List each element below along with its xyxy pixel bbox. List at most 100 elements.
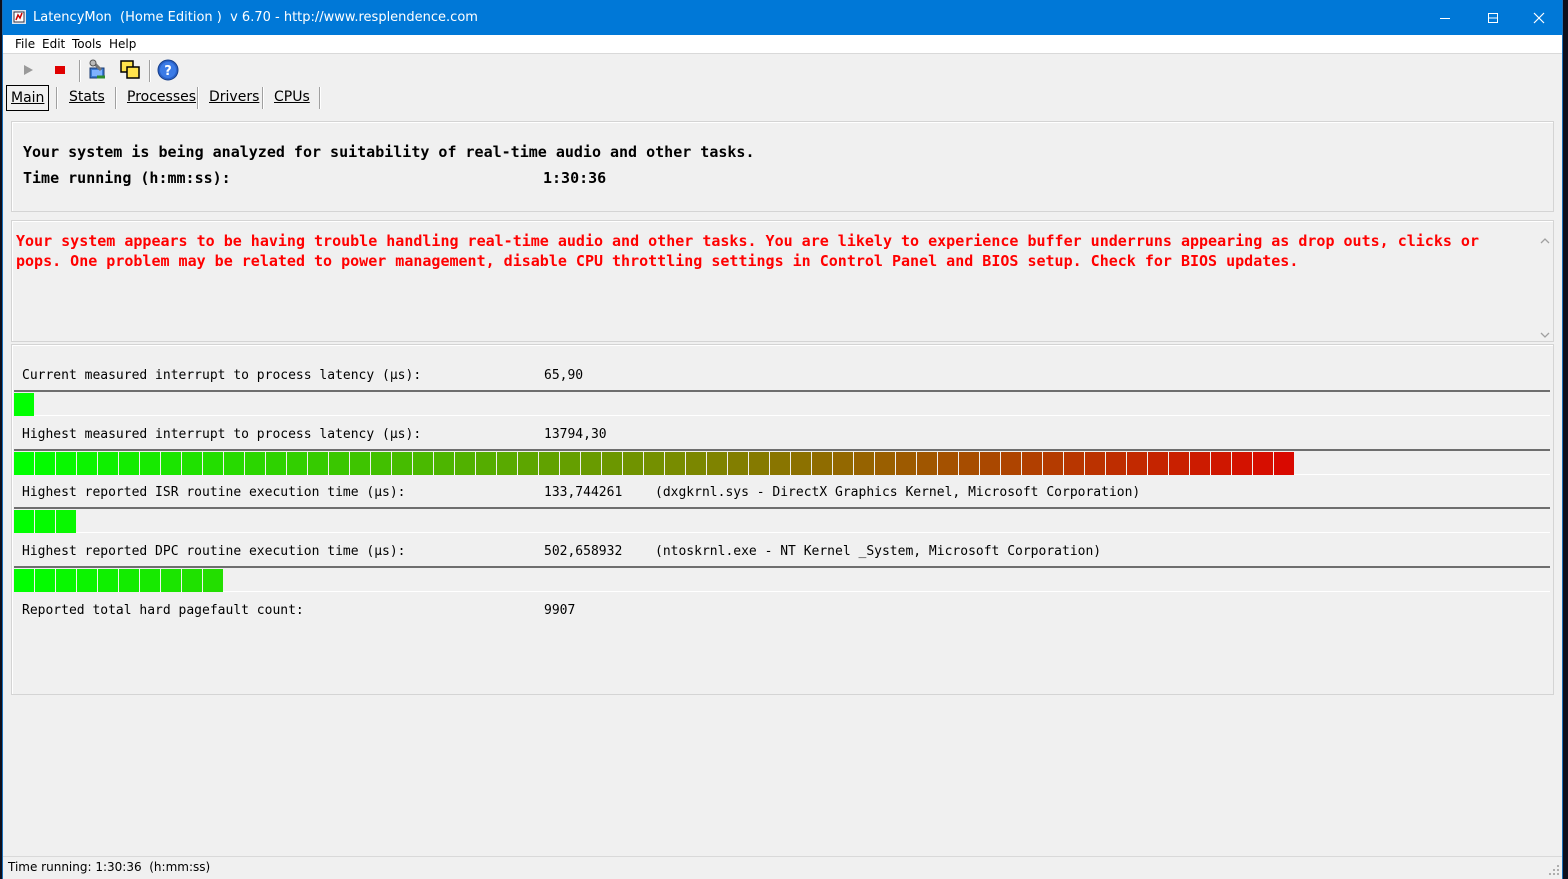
bar-segment	[1106, 452, 1126, 475]
bar-segment	[665, 452, 685, 475]
bar-segment	[749, 452, 769, 475]
minimize-button[interactable]	[1422, 0, 1468, 35]
tab-main[interactable]: Main	[6, 85, 50, 111]
isr-time-bar-fill	[14, 510, 76, 533]
bar-segment	[1064, 452, 1084, 475]
tab-separator	[197, 87, 199, 109]
maximize-button[interactable]	[1470, 0, 1516, 35]
dpc-time-bar-fill	[14, 569, 223, 592]
resize-grip-icon[interactable]	[1548, 864, 1560, 876]
scroll-down-icon[interactable]	[1539, 329, 1551, 341]
bar-segment	[35, 452, 55, 475]
title-bar[interactable]: LatencyMon (Home Edition ) v 6.70 - http…	[3, 0, 1562, 35]
bar-segment	[35, 569, 55, 592]
bar-segment	[161, 452, 181, 475]
time-running-value: 1:30:36	[543, 169, 607, 187]
bar-segment	[1232, 452, 1252, 475]
menu-tools[interactable]: Tools	[72, 37, 102, 51]
tab-cpus[interactable]: CPUs	[274, 85, 310, 109]
bar-segment	[182, 452, 202, 475]
metrics-panel: Current measured interrupt to process la…	[11, 344, 1554, 695]
dpc-time-bar	[14, 566, 1550, 592]
scroll-up-icon[interactable]	[1539, 235, 1551, 247]
toolbar-separator	[149, 60, 151, 82]
help-button[interactable]: ?	[156, 58, 180, 82]
bar-segment	[413, 452, 433, 475]
tab-bar: Main Stats Processes Drivers CPUs	[3, 85, 1562, 111]
bar-segment	[14, 569, 34, 592]
pagefault-count-value: 9907	[544, 603, 576, 618]
bar-segment	[434, 452, 454, 475]
current-latency-value: 65,90	[544, 368, 584, 383]
dpc-driver-info: (ntoskrnl.exe - NT Kernel _System, Micro…	[655, 544, 1102, 559]
bar-segment	[686, 452, 706, 475]
bar-segment	[728, 452, 748, 475]
bar-segment	[1043, 452, 1063, 475]
bar-segment	[623, 452, 643, 475]
bar-segment	[266, 452, 286, 475]
tab-separator	[56, 87, 58, 109]
svg-text:?: ?	[164, 64, 172, 79]
tab-processes[interactable]: Processes	[127, 85, 196, 109]
bar-segment	[161, 569, 181, 592]
windows-button[interactable]	[118, 58, 142, 82]
bar-segment	[938, 452, 958, 475]
bar-segment	[1148, 452, 1168, 475]
bar-segment	[539, 452, 559, 475]
bar-segment	[812, 452, 832, 475]
bar-segment	[1085, 452, 1105, 475]
highest-latency-bar-fill	[14, 452, 1294, 475]
bar-segment	[770, 452, 790, 475]
bar-segment	[476, 452, 496, 475]
help-icon: ?	[157, 59, 179, 81]
dpc-time-label: Highest reported DPC routine execution t…	[22, 544, 406, 559]
tab-drivers[interactable]: Drivers	[209, 85, 259, 109]
bar-segment	[980, 452, 1000, 475]
bar-segment	[56, 510, 76, 533]
bar-segment	[1127, 452, 1147, 475]
bar-segment	[14, 393, 34, 416]
bar-segment	[329, 452, 349, 475]
bar-segment	[98, 569, 118, 592]
stop-button[interactable]	[48, 58, 72, 82]
summary-panel: Your system is being analyzed for suitab…	[11, 121, 1554, 212]
tab-stats[interactable]: Stats	[69, 85, 105, 109]
bar-segment	[140, 452, 160, 475]
window-title: LatencyMon (Home Edition ) v 6.70 - http…	[33, 10, 478, 25]
warning-message: Your system appears to be having trouble…	[16, 232, 1479, 270]
bar-segment	[959, 452, 979, 475]
bar-segment	[644, 452, 664, 475]
bar-segment	[791, 452, 811, 475]
menu-file[interactable]: File	[15, 37, 35, 51]
bar-segment	[1022, 452, 1042, 475]
dpc-time-value: 502,658932	[544, 544, 623, 559]
warning-scrollbar[interactable]	[1539, 225, 1551, 338]
tools-button[interactable]	[86, 58, 110, 82]
bar-segment	[854, 452, 874, 475]
highest-latency-bar	[14, 449, 1550, 475]
minimize-icon	[1440, 17, 1450, 19]
highest-latency-value: 13794,30	[544, 427, 607, 442]
highest-latency-label: Highest measured interrupt to process la…	[22, 427, 422, 442]
bar-segment	[56, 452, 76, 475]
pagefault-count-label: Reported total hard pagefault count:	[22, 603, 304, 618]
bar-segment	[371, 452, 391, 475]
menu-edit[interactable]: Edit	[42, 37, 65, 51]
warning-panel[interactable]: Your system appears to be having trouble…	[11, 220, 1554, 342]
bar-segment	[203, 569, 223, 592]
menu-help[interactable]: Help	[109, 37, 136, 51]
bar-segment	[560, 452, 580, 475]
tools-icon	[89, 59, 105, 79]
bar-segment	[1274, 452, 1294, 475]
bar-segment	[203, 452, 223, 475]
start-button[interactable]	[16, 58, 40, 82]
stop-icon	[55, 66, 65, 74]
bar-segment	[602, 452, 622, 475]
isr-time-label: Highest reported ISR routine execution t…	[22, 485, 406, 500]
analysis-status-text: Your system is being analyzed for suitab…	[23, 143, 755, 161]
close-button[interactable]	[1516, 0, 1562, 35]
current-latency-label: Current measured interrupt to process la…	[22, 368, 422, 383]
bar-segment	[1253, 452, 1273, 475]
status-bar: Time running: 1:30:36 (h:mm:ss)	[3, 856, 1562, 878]
bar-segment	[917, 452, 937, 475]
